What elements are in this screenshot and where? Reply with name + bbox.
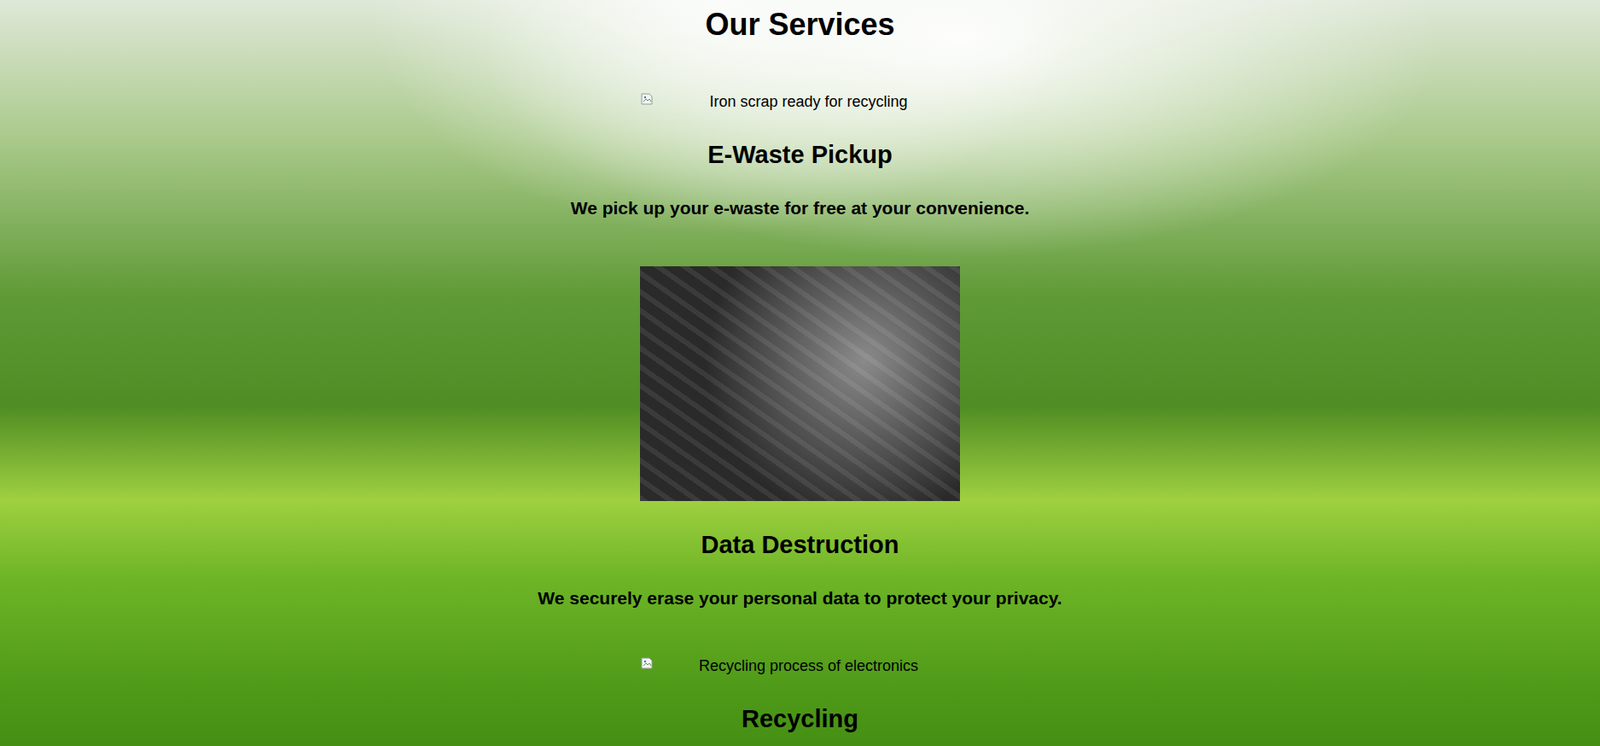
broken-image: Iron scrap ready for recycling [640,92,960,111]
page-title: Our Services [0,6,1600,43]
broken-image: Recycling process of electronics [640,656,960,675]
image-alt-text: Recycling process of electronics [681,656,919,675]
service-title: E-Waste Pickup [707,139,892,169]
broken-image-icon [640,92,654,106]
service-title: Recycling [741,704,859,734]
service-item: Iron scrap ready for recycling E-Waste Pi… [0,92,1600,219]
image-alt-text: Iron scrap ready for recycling [692,92,908,111]
service-item: Data Destruction We securely erase your p… [0,266,1600,609]
broken-image-icon [640,656,654,670]
service-photo [640,266,960,501]
service-description: We pick up your e-waste for free at your… [570,197,1030,219]
service-title: Data Destruction [700,529,899,559]
service-description: We securely erase your personal data to … [537,587,1062,609]
services-page: Our Services Iron scrap ready for recycli… [0,0,1600,746]
service-item: Recycling process of electronics Recyclin… [0,656,1600,734]
